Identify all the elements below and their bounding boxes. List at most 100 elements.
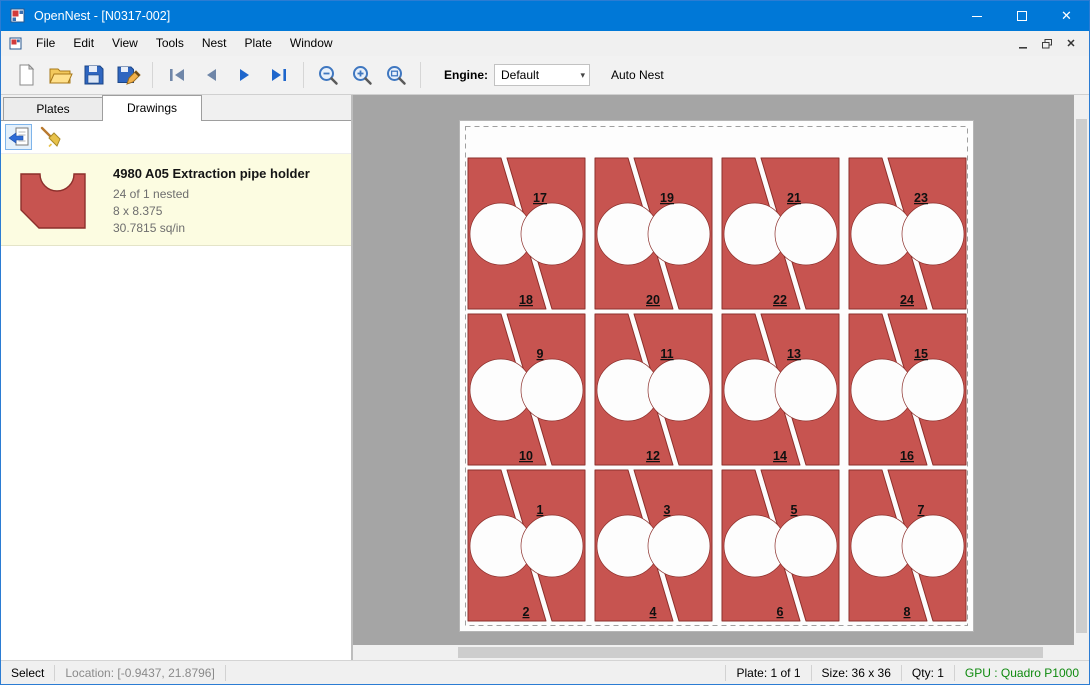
previous-plate-button[interactable] [194,59,228,91]
part-number: 9 [537,347,544,361]
next-arrow-icon [233,63,257,87]
zoom-fit-icon [384,63,408,87]
nest-pair[interactable]: 12 [468,470,585,621]
scrollbar-corner [1074,645,1089,660]
horizontal-scroll-thumb[interactable] [458,647,1043,658]
drawing-list-item[interactable]: 4980 A05 Extraction pipe holder 24 of 1 … [1,153,351,246]
opennest-window: OpenNest - [N0317-002] ✕ File Edit View … [0,0,1090,685]
nest-pair[interactable]: 13 14 [722,314,839,465]
nest-pair[interactable]: 2122 [722,158,839,309]
chevron-down-icon: ▾ [580,70,585,81]
import-drawing-icon [7,125,31,149]
menu-item-plate[interactable]: Plate [236,31,281,56]
previous-arrow-icon [199,63,223,87]
nest-pair[interactable]: 1516 [849,314,966,465]
vertical-scrollbar[interactable] [1074,95,1089,645]
nest-pair[interactable]: 34 [595,470,712,621]
left-panel: Plates Drawings [1,95,353,660]
status-size: Size: 36 x 36 [812,666,901,680]
tab-drawings[interactable]: Drawings [102,95,202,121]
pipe-hole [902,203,964,265]
part-number: 14 [773,449,787,463]
zoom-fit-button[interactable] [379,59,413,91]
menu-item-window[interactable]: Window [281,31,342,56]
menu-item-file[interactable]: File [27,31,64,56]
first-plate-button[interactable] [160,59,194,91]
engine-label: Engine: [444,68,488,82]
part-number: 5 [791,503,798,517]
nest-pair[interactable]: 23 24 [849,158,966,309]
zoom-in-icon [350,63,374,87]
status-separator [225,665,226,681]
maximize-button[interactable] [999,1,1044,31]
save-edit-icon [115,62,141,88]
part-number: 23 [914,191,928,205]
tab-plates[interactable]: Plates [3,97,103,120]
engine-select[interactable]: Default ▾ [494,64,590,86]
last-plate-button[interactable] [262,59,296,91]
pipe-hole [648,203,710,265]
part-number: 11 [660,347,673,361]
nest-pair[interactable]: 78 [849,470,966,621]
mdi-close-button[interactable]: ✕ [1059,34,1083,54]
main-toolbar: Engine: Default ▾ Auto Nest [1,56,1089,95]
nest-pair[interactable]: 9 10 [468,314,585,465]
next-plate-button[interactable] [228,59,262,91]
part-number: 6 [777,605,784,619]
open-button[interactable] [43,59,77,91]
part-number: 24 [900,293,914,307]
pipe-hole [775,203,837,265]
auto-nest-button[interactable]: Auto Nest [600,63,675,87]
mdi-close-icon: ✕ [1066,37,1075,50]
part-number: 19 [660,191,674,205]
drawings-toolbar [1,121,351,153]
nest-pair[interactable]: 1718 [468,158,585,309]
nest-pair[interactable]: 1920 [595,158,712,309]
part-number: 13 [787,347,801,361]
mdi-restore-button[interactable] [1035,34,1059,54]
menu-item-tools[interactable]: Tools [147,31,193,56]
first-arrow-icon [165,63,189,87]
part-number: 15 [914,347,928,361]
pipe-hole [902,515,964,577]
drawing-nested-count: 24 of 1 nested [113,186,310,203]
import-drawing-button[interactable] [5,124,32,150]
drawing-item-text: 4980 A05 Extraction pipe holder 24 of 1 … [113,162,310,237]
save-button[interactable] [77,59,111,91]
mdi-restore-icon [1041,38,1053,50]
mdi-window-buttons: ✕ [1011,34,1089,54]
drawing-size: 8 x 8.375 [113,203,310,220]
part-number: 1 [537,503,544,517]
mdi-minimize-icon [1017,38,1029,50]
drawing-area: 30.7815 sq/in [113,220,310,237]
toolbar-separator [152,62,153,88]
close-button[interactable]: ✕ [1044,1,1089,31]
broom-icon [38,125,62,149]
pipe-hole [521,359,583,421]
zoom-out-button[interactable] [311,59,345,91]
menu-item-edit[interactable]: Edit [64,31,103,56]
vertical-scroll-thumb[interactable] [1076,119,1087,633]
pipe-hole [648,515,710,577]
menu-item-nest[interactable]: Nest [193,31,236,56]
zoom-in-button[interactable] [345,59,379,91]
save-edit-button[interactable] [111,59,145,91]
main-area: Plates Drawings [1,95,1089,660]
minimize-button[interactable] [954,1,999,31]
new-button[interactable] [9,59,43,91]
part-number: 21 [787,191,801,205]
mdi-minimize-button[interactable] [1011,34,1035,54]
horizontal-scrollbar[interactable] [353,645,1074,660]
part-number: 10 [519,449,533,463]
nest-canvas[interactable]: 171819202122232491011121314151612345678 [353,95,1089,660]
new-file-icon [13,62,39,88]
close-icon: ✕ [1061,8,1072,24]
nest-pair[interactable]: 56 [722,470,839,621]
maximize-icon [1017,11,1027,21]
clear-drawings-button[interactable] [36,124,63,150]
app-icon [10,8,26,24]
menu-item-view[interactable]: View [103,31,147,56]
nest-pair[interactable]: 1112 [595,314,712,465]
minimize-icon [972,16,982,17]
status-plate: Plate: 1 of 1 [726,666,810,680]
